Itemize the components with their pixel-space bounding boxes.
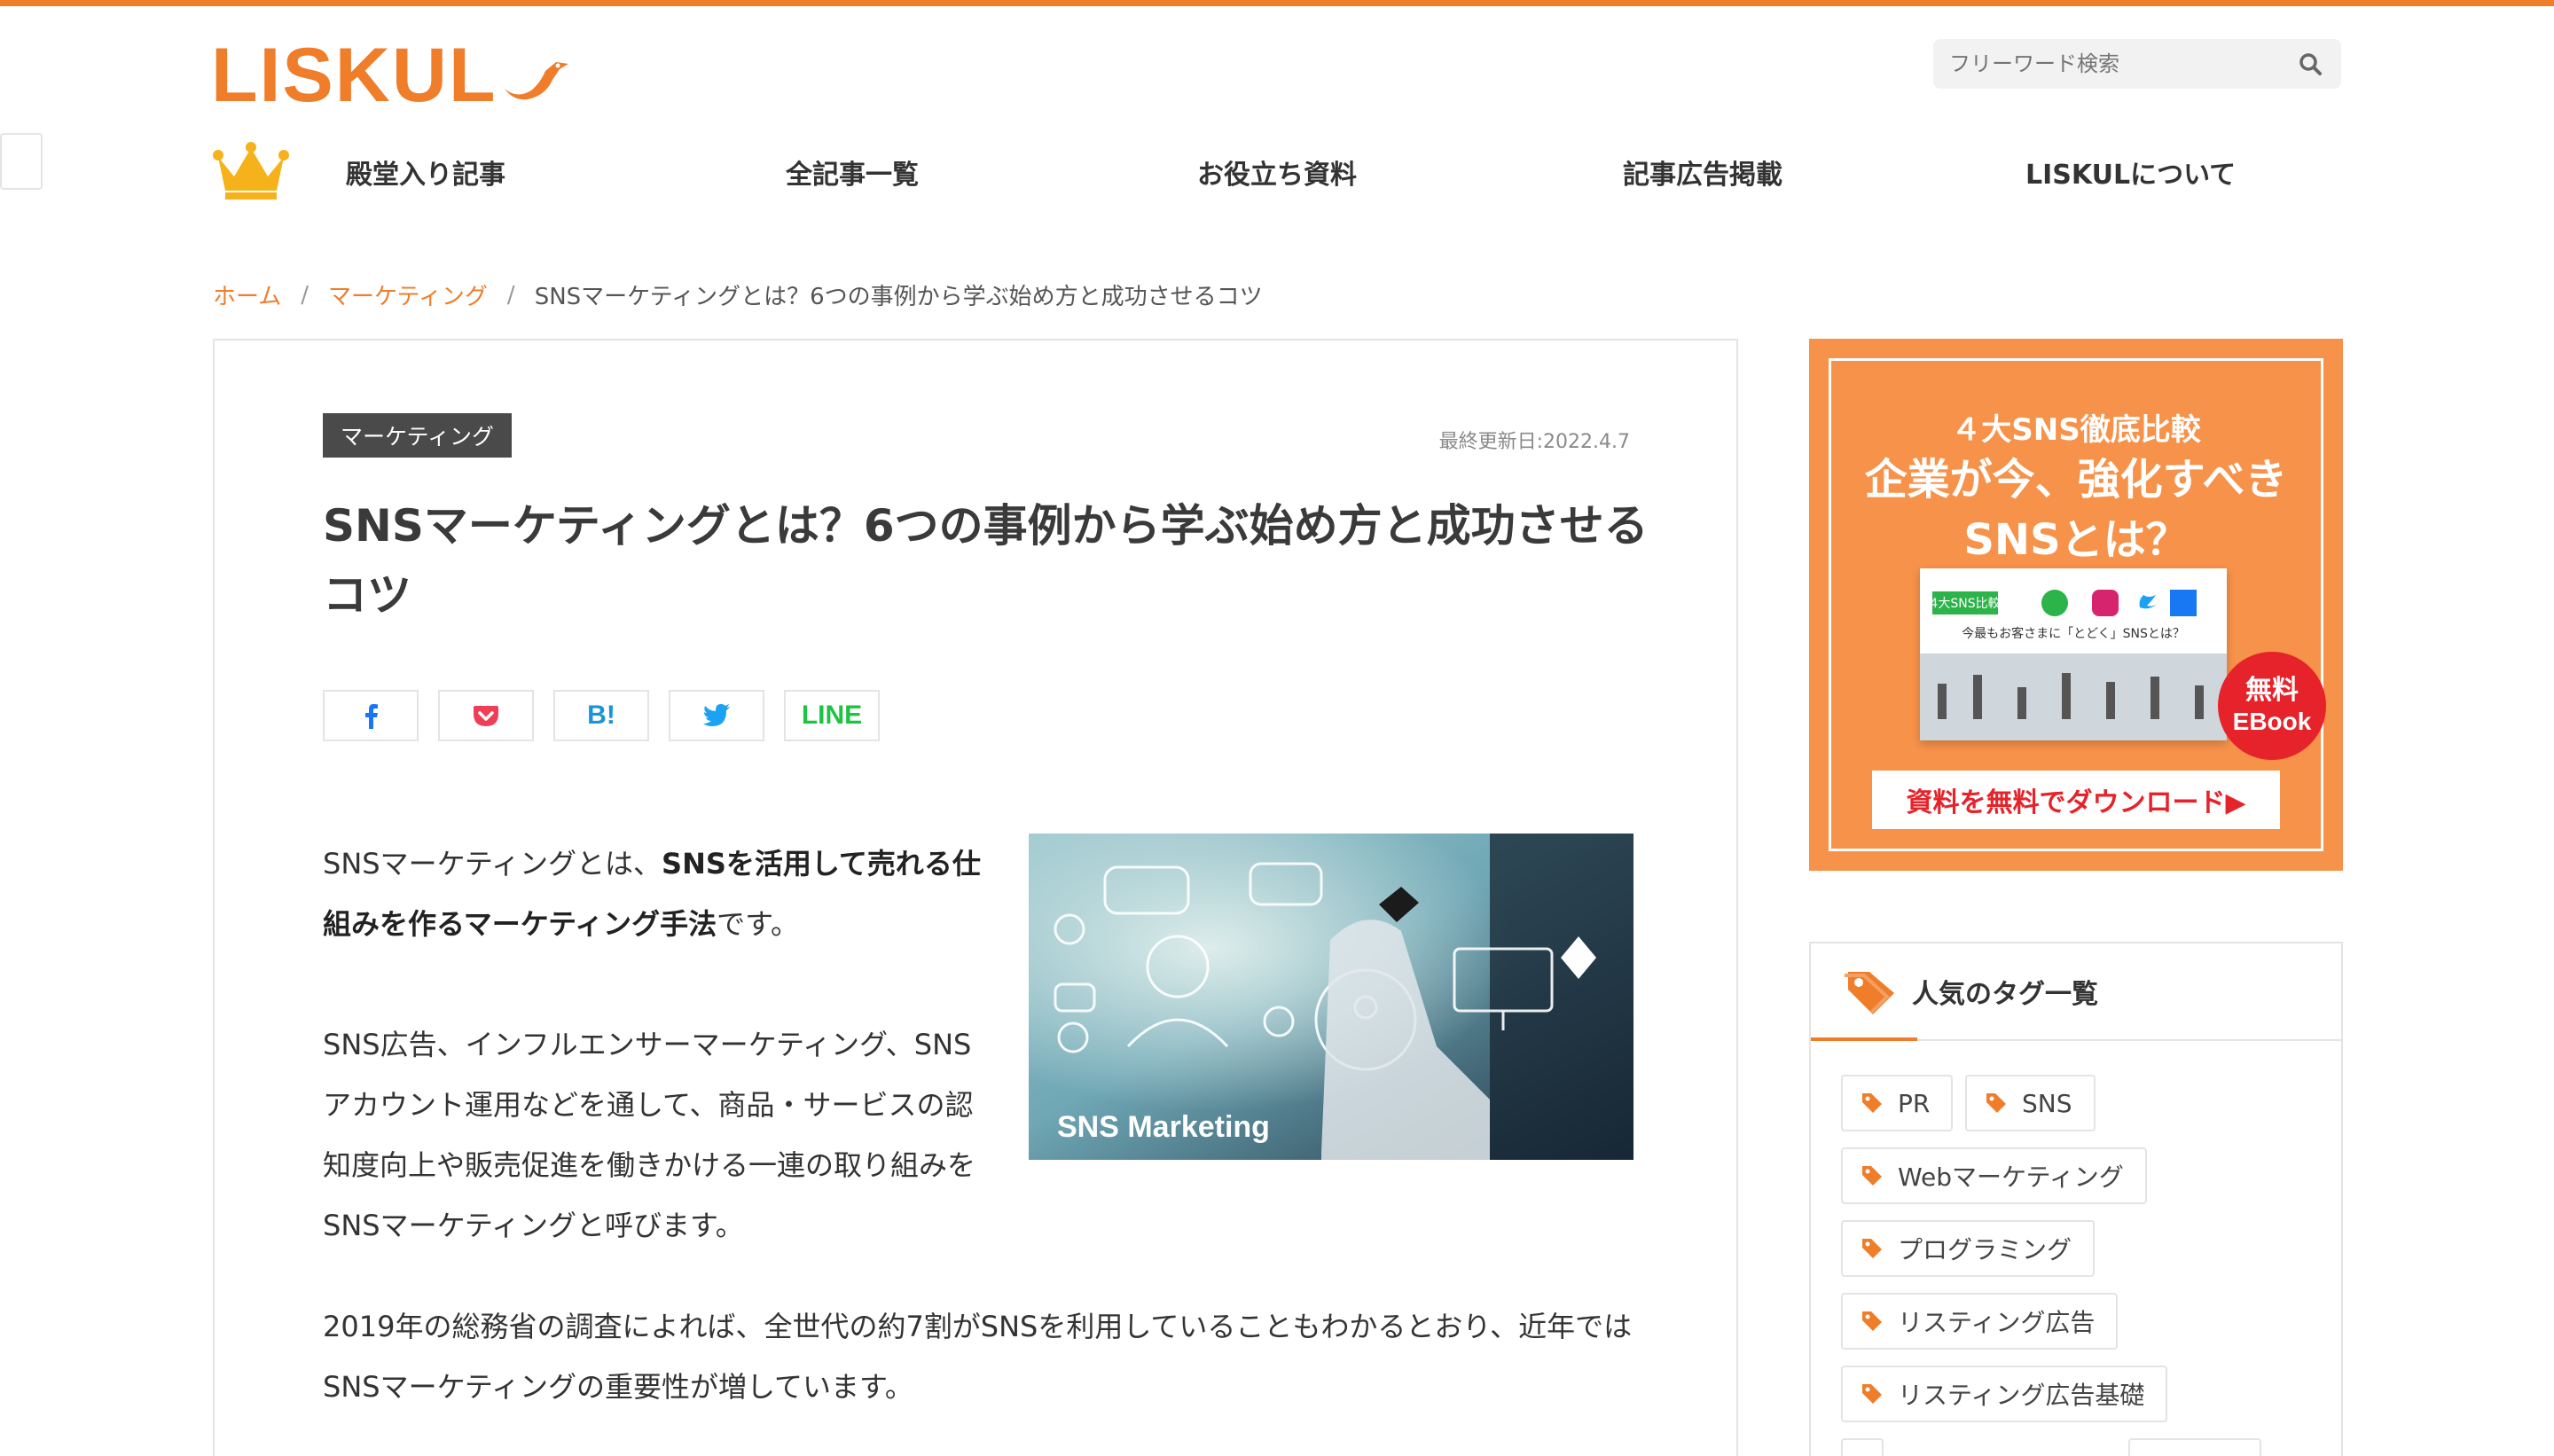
facebook-logo-icon [2170,590,2197,616]
share-twitter-button[interactable] [669,690,764,741]
badge-ebook: EBook [2232,708,2312,735]
search-button[interactable] [2295,49,2325,79]
ebook-tag: 4大SNS比較 [1930,597,2000,611]
nav-item-advertising[interactable]: 記事広告掲載 [1623,153,1782,192]
download-cta-button[interactable]: 資料を無料でダウンロード▶ [1872,771,2280,829]
tag-label: リスティング広告基礎 [1898,1381,2145,1410]
site-logo[interactable]: LISKUL [211,35,572,115]
logo-bird-icon [504,62,568,100]
hero-image: SNS Marketing [1029,834,1633,1160]
ad-subtitle: ４大SNS徹底比較 [1951,412,2201,448]
instagram-logo-icon [2092,590,2119,616]
nav-item-resources[interactable]: お役立ち資料 [1197,153,1357,192]
nav-item-hall-of-fame[interactable]: 殿堂入り記事 [346,153,505,192]
intro-paragraph: SNSマーケティングとは、SNSを活用して売れる仕組みを作るマーケティング手法で… [323,834,997,954]
tag-chip-pr[interactable]: PR [1841,1075,1954,1131]
tag-icon [1862,1311,1882,1331]
tag-icon [1862,1093,1882,1113]
tag-chip-programming[interactable]: プログラミング [1841,1220,2096,1277]
global-nav: 殿堂入り記事 全記事一覧 お役立ち資料 記事広告掲載 LISKULについて [211,135,2341,209]
nav-item-all-articles[interactable]: 全記事一覧 [786,153,919,192]
hero-caption: SNS Marketing [1057,1110,1270,1144]
share-line-button[interactable]: LINE [784,690,880,741]
crown-icon [213,142,289,200]
ebook-headline: 今最もお客さまに「とどく」SNSとは？ [1962,626,2185,641]
share-pocket-button[interactable] [438,690,534,741]
breadcrumb-current: SNSマーケティングとは？6つの事例から学ぶ始め方と成功させるコツ [534,284,1263,310]
tag-icon [1845,972,1894,1014]
tag-chip-web-marketing[interactable]: Webマーケティング [1841,1147,2147,1204]
ad-title: 企業が今、強化すべき SNSとは？ [1831,450,2321,570]
tag-chip-partial [2128,1438,2261,1456]
intro-text-end: です。 [717,907,799,941]
breadcrumb-separator: / [301,281,309,309]
logo-text: LISKUL [211,33,497,118]
badge-free: 無料 [2245,675,2299,706]
ebook-ad-banner[interactable]: ４大SNS徹底比較 企業が今、強化すべき SNSとは？ 4大SNS比較 今最もお… [1809,339,2343,871]
pocket-icon [474,706,498,726]
free-ebook-badge: 無料 EBook [2218,652,2326,760]
breadcrumb-separator: / [506,281,515,309]
updated-date: 最終更新日:2022.4.7 [1438,431,1630,453]
tag-icon [1862,1166,1882,1186]
search-icon [2299,53,2322,75]
tag-label: SNS [2022,1088,2072,1118]
twitter-icon [703,704,730,726]
tags-header: 人気のタグ一覧 [1811,943,2341,1041]
share-facebook-button[interactable] [323,690,419,741]
tag-icon [1862,1384,1882,1404]
search-input[interactable] [1949,51,2295,76]
breadcrumb-home[interactable]: ホーム [213,278,281,311]
intro-text: SNSマーケティングとは、 [323,847,662,881]
tag-label: PR [1898,1088,1931,1118]
ebook-cover-art: 4大SNS比較 今最もお客さまに「とどく」SNSとは？ [1920,568,2227,740]
ad-title-line2: SNSとは？ [1963,515,2189,565]
article-title: SNSマーケティングとは？6つの事例から学ぶ始め方と成功させるコツ [323,500,1649,621]
tag-chip-listing-ads[interactable]: リスティング広告 [1841,1293,2119,1350]
breadcrumb: ホーム / マーケティング / SNSマーケティングとは？6つの事例から学ぶ始め… [213,278,1263,311]
tag-icon [1986,1093,2006,1113]
search-box [1933,39,2341,89]
share-buttons: B! LINE [323,690,880,741]
breadcrumb-category[interactable]: マーケティング [328,278,488,311]
line-logo-icon [2041,590,2068,616]
definition-paragraph: SNS広告、インフルエンサーマーケティング、SNSアカウント運用などを通して、商… [323,1028,976,1242]
tag-chip-partial [1841,1438,1884,1456]
tag-chip-sns[interactable]: SNS [1965,1075,2096,1131]
top-accent-bar [0,0,2554,6]
ad-title-line1: 企業が今、強化すべき [1864,455,2288,505]
tags-header-underline [1811,1037,1917,1041]
tag-label: プログラミング [1898,1235,2072,1264]
tag-chip-listing-ads-basics[interactable]: リスティング広告基礎 [1841,1366,2168,1422]
nav-item-about[interactable]: LISKULについて [2025,153,2236,192]
facebook-icon [365,704,378,729]
tag-label: Webマーケティング [1898,1162,2124,1192]
article-card: マーケティング 最終更新日:2022.4.7 SNSマーケティングとは？6つの事… [213,339,1738,1456]
tag-icon [1862,1239,1882,1258]
survey-paragraph: 2019年の総務省の調査によれば、全世代の約7割がSNSを利用していることもわか… [323,1310,1633,1404]
tag-label: リスティング広告 [1898,1308,2096,1337]
ad-ebook-cover: 4大SNS比較 今最もお客さまに「とどく」SNSとは？ [1920,568,2227,740]
share-hatena-button[interactable]: B! [553,690,649,741]
ad-frame: ４大SNS徹底比較 企業が今、強化すべき SNSとは？ 4大SNS比較 今最もお… [1829,358,2326,851]
tags-title: 人気のタグ一覧 [1912,979,2098,1010]
category-badge[interactable]: マーケティング [323,413,513,458]
